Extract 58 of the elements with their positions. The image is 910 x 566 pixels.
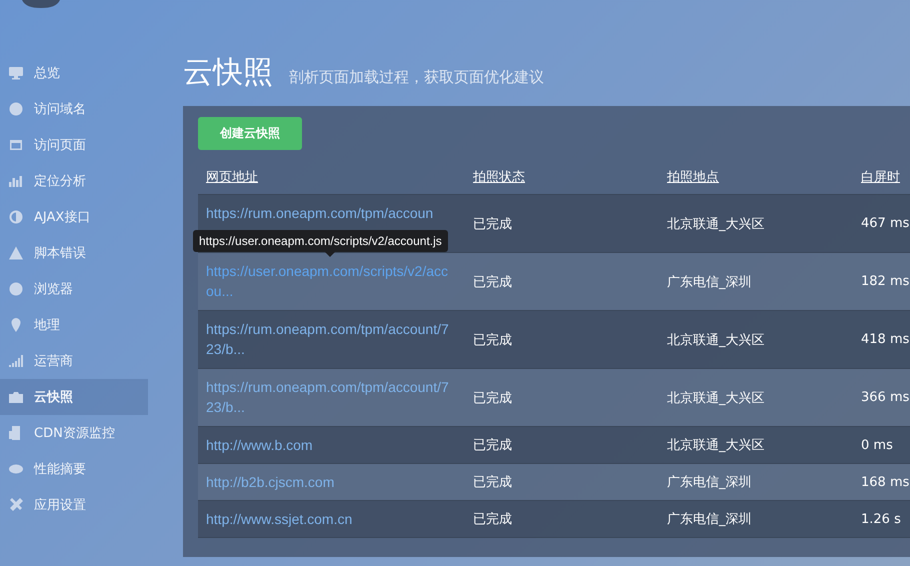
table-cell: 1.26 s — [861, 512, 901, 526]
column-header[interactable]: 白屏时 — [861, 170, 900, 185]
table-cell: 已完成 — [473, 332, 512, 348]
tools-icon — [8, 497, 24, 513]
sidebar-item[interactable]: 运营商 — [0, 343, 148, 379]
url-link[interactable]: http://www.b.com — [206, 435, 455, 455]
warning-icon — [8, 245, 24, 261]
table-cell: 已完成 — [473, 274, 512, 290]
page-title: 云快照 — [183, 54, 273, 92]
table-cell: 0 ms — [861, 438, 893, 452]
logo-icon — [22, 0, 60, 8]
sidebar-item[interactable]: 云快照 — [0, 379, 148, 415]
column-header[interactable]: 拍照状态 — [473, 170, 525, 185]
monitor-icon — [8, 65, 24, 81]
table-cell: 418 ms — [861, 332, 910, 347]
table-cell: 182 ms — [861, 274, 910, 289]
url-link[interactable]: http://b2b.cjscm.com — [206, 472, 455, 492]
sidebar-item[interactable]: 访问域名 — [0, 91, 148, 127]
sidebar-item[interactable]: 总览 — [0, 55, 148, 91]
table-cell: 168 ms — [861, 474, 910, 490]
table-cell: 已完成 — [473, 216, 512, 232]
sidebar-item[interactable]: 定位分析 — [0, 163, 148, 199]
column-header[interactable]: 网页地址 — [206, 170, 258, 185]
bars-icon — [8, 173, 24, 189]
sidebar-item[interactable]: 浏览器 — [0, 271, 148, 307]
url-link[interactable]: http://www.ssjet.com.cn — [206, 509, 455, 529]
url-link[interactable]: https://user.oneapm.com/scripts/v2/accou... — [206, 261, 455, 301]
column-header[interactable]: 拍照地点 — [667, 170, 719, 185]
table-cell: 广东电信_深圳 — [667, 475, 752, 490]
sidebar-item[interactable]: AJAX接口 — [0, 199, 148, 235]
sidebar-item[interactable]: 地理 — [0, 307, 148, 343]
halfcircle-icon — [8, 209, 24, 225]
url-link[interactable]: https://rum.oneapm.com/tpm/account/723/b... — [206, 377, 455, 417]
table-cell: 北京联通_大兴区 — [667, 390, 764, 406]
table-cell: 467 ms — [861, 216, 910, 231]
table-cell: 北京联通_大兴区 — [667, 438, 764, 453]
page-subtitle: 剖析页面加载过程，获取页面优化建议 — [289, 68, 544, 87]
table-cell: 已完成 — [473, 390, 512, 406]
sidebar-item[interactable]: 脚本错误 — [0, 235, 148, 271]
table-cell: 已完成 — [473, 475, 512, 490]
sidebar-item[interactable]: 访问页面 — [0, 127, 148, 163]
url-link[interactable]: https://rum.oneapm.com/tpm/account/723/b... — [206, 319, 455, 359]
table-cell: 366 ms — [861, 390, 910, 405]
url-link[interactable]: https://rum.oneapm.com/tpm/accoun — [206, 203, 455, 223]
sidebar-item[interactable]: 应用设置 — [0, 487, 148, 523]
signal-icon — [8, 353, 24, 369]
table-cell: 广东电信_深圳 — [667, 512, 752, 527]
table-cell: 已完成 — [473, 512, 512, 527]
create-snapshot-button[interactable]: 创建云快照 — [198, 117, 302, 150]
table-cell: 已完成 — [473, 438, 512, 453]
window-icon — [8, 137, 24, 153]
tooltip-text: https://user.oneapm.com/scripts/v2/account.js — [199, 234, 442, 248]
sidebar-item[interactable]: CDN资源监控 — [0, 415, 148, 451]
table-cell: 北京联通_大兴区 — [667, 216, 764, 232]
camera-icon — [8, 389, 24, 405]
table-cell: 北京联通_大兴区 — [667, 332, 764, 348]
table-cell: 广东电信_深圳 — [667, 274, 752, 290]
sidebar-item[interactable]: 性能摘要 — [0, 451, 148, 487]
